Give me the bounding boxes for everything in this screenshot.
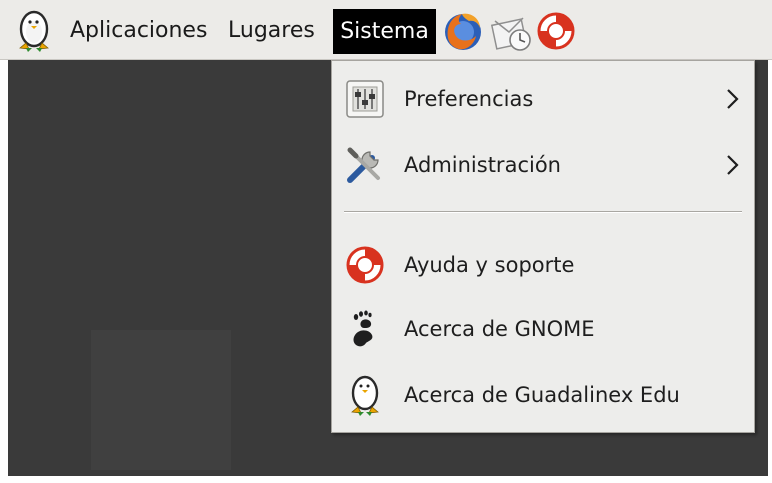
- menu-item-administration-label: Administración: [404, 153, 561, 177]
- applications-menu-label: Aplicaciones: [70, 17, 208, 43]
- help-lifebuoy-icon: [344, 244, 386, 286]
- firefox-icon[interactable]: [440, 8, 488, 54]
- guadalinex-penguin-icon[interactable]: [14, 8, 54, 54]
- mail-client-icon[interactable]: [490, 8, 534, 54]
- system-dropdown-menu: Preferencias Administración Ayuda y sopo…: [331, 60, 755, 433]
- system-menu-label: Sistema: [340, 19, 429, 44]
- menu-item-help-support[interactable]: Ayuda y soporte: [338, 241, 748, 289]
- menu-item-help-support-label: Ayuda y soporte: [404, 253, 575, 277]
- menu-item-about-gnome[interactable]: Acerca de GNOME: [338, 305, 748, 353]
- chevron-right-icon: [722, 87, 742, 111]
- top-panel: Aplicaciones Lugares Sistema: [0, 0, 772, 60]
- menu-item-administration[interactable]: Administración: [338, 141, 748, 189]
- guadalinex-penguin-icon: [344, 374, 386, 416]
- chevron-right-icon: [722, 153, 742, 177]
- applications-menu[interactable]: Aplicaciones: [64, 6, 213, 54]
- bottom-edge: [0, 476, 772, 483]
- menu-item-about-gnome-label: Acerca de GNOME: [404, 317, 595, 341]
- menu-item-about-guadalinex[interactable]: Acerca de Guadalinex Edu: [338, 371, 748, 419]
- places-menu-label: Lugares: [228, 17, 315, 43]
- menu-separator: [344, 211, 742, 213]
- system-menu[interactable]: Sistema: [333, 9, 436, 54]
- help-lifebuoy-icon[interactable]: [534, 8, 578, 54]
- menu-item-preferences-label: Preferencias: [404, 87, 534, 111]
- desktop-shadow-area: [91, 330, 231, 470]
- gnome-foot-icon: [344, 308, 386, 350]
- menu-item-about-guadalinex-label: Acerca de Guadalinex Edu: [404, 383, 680, 407]
- administration-tools-icon: [344, 144, 386, 186]
- menu-item-preferences[interactable]: Preferencias: [338, 75, 748, 123]
- screen: Aplicaciones Lugares Sistema Preferencia…: [0, 0, 772, 483]
- places-menu[interactable]: Lugares: [222, 6, 321, 54]
- preferences-icon: [344, 78, 386, 120]
